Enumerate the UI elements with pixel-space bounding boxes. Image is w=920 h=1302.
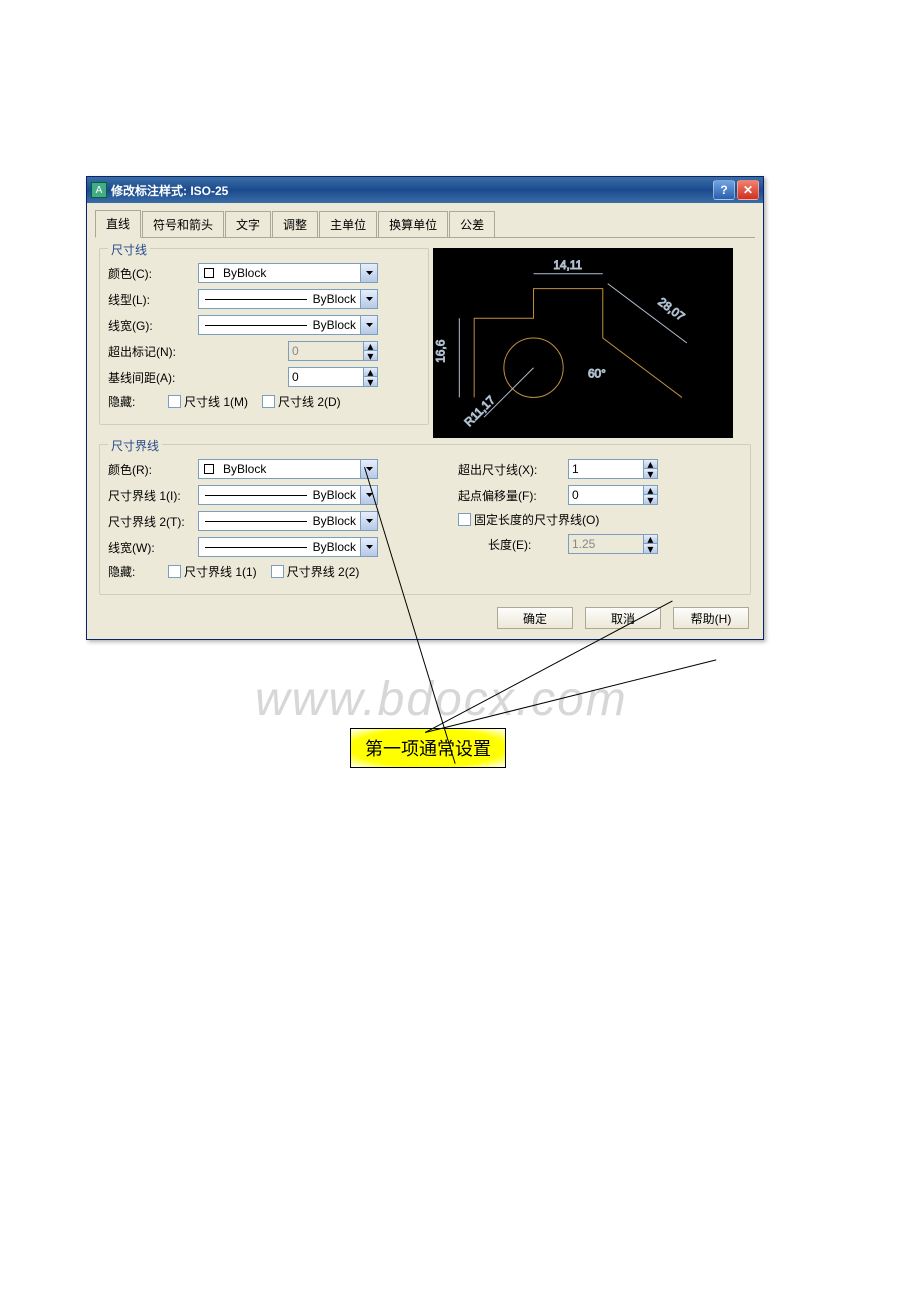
tab-fit[interactable]: 调整 bbox=[272, 211, 318, 237]
spin-down-icon: ▾ bbox=[644, 544, 657, 553]
annotation-line bbox=[425, 659, 716, 733]
tab-arrows[interactable]: 符号和箭头 bbox=[142, 211, 224, 237]
tab-tol[interactable]: 公差 bbox=[449, 211, 495, 237]
el-beyond-label: 超出尺寸线(X): bbox=[458, 461, 568, 478]
el-beyond-spinner[interactable]: ▴▾ bbox=[568, 459, 658, 479]
dl-hide-label: 隐藏: bbox=[108, 393, 168, 410]
svg-text:14,11: 14,11 bbox=[553, 258, 582, 272]
dl-spacing-spinner[interactable]: ▴▾ bbox=[288, 367, 378, 387]
annotation-callout: 第一项通常设置 bbox=[350, 728, 506, 768]
dimension-preview: 14,11 16,6 28,07 60° R11,17 bbox=[433, 248, 733, 438]
tab-primary[interactable]: 主单位 bbox=[319, 211, 377, 237]
help-button[interactable]: 帮助(H) bbox=[673, 607, 749, 629]
color-swatch-icon bbox=[204, 464, 214, 474]
el-offset-input[interactable] bbox=[569, 486, 643, 504]
el-hide2-checkbox[interactable]: 尺寸界线 2(2) bbox=[271, 563, 360, 580]
spin-down-icon[interactable]: ▾ bbox=[644, 495, 657, 504]
line-sample-icon bbox=[205, 495, 307, 496]
el-lweight-value: ByBlock bbox=[313, 540, 360, 554]
dialog-title: 修改标注样式: ISO-25 bbox=[111, 182, 711, 199]
dl-color-label: 颜色(C): bbox=[108, 265, 198, 282]
tab-strip: 直线 符号和箭头 文字 调整 主单位 换算单位 公差 bbox=[95, 209, 755, 238]
chevron-down-icon[interactable] bbox=[360, 538, 377, 556]
el-ext2-label: 尺寸界线 2(T): bbox=[108, 513, 198, 530]
el-offset-spinner[interactable]: ▴▾ bbox=[568, 485, 658, 505]
dl-extend-spinner: ▴▾ bbox=[288, 341, 378, 361]
spin-down-icon: ▾ bbox=[364, 351, 377, 360]
spin-down-icon[interactable]: ▾ bbox=[364, 377, 377, 386]
dialog-body: 直线 符号和箭头 文字 调整 主单位 换算单位 公差 尺寸线 颜色(C): bbox=[87, 203, 763, 639]
el-color-value: ByBlock bbox=[219, 462, 360, 476]
el-len-input bbox=[569, 535, 643, 553]
chevron-down-icon[interactable] bbox=[360, 460, 377, 478]
tab-text[interactable]: 文字 bbox=[225, 211, 271, 237]
tab-panel-lines: 尺寸线 颜色(C): ByBlock 线型(L): bbox=[95, 242, 755, 603]
dl-color-value: ByBlock bbox=[219, 266, 360, 280]
el-lweight-label: 线宽(W): bbox=[108, 539, 198, 556]
el-offset-label: 起点偏移量(F): bbox=[458, 487, 568, 504]
dl-ltype-label: 线型(L): bbox=[108, 291, 198, 308]
el-hide1-checkbox[interactable]: 尺寸界线 1(1) bbox=[168, 563, 257, 580]
dl-spacing-label: 基线间距(A): bbox=[108, 369, 198, 386]
el-hide-label: 隐藏: bbox=[108, 563, 168, 580]
dl-color-combo[interactable]: ByBlock bbox=[198, 263, 378, 283]
close-button[interactable]: ✕ bbox=[737, 180, 759, 200]
chevron-down-icon[interactable] bbox=[360, 290, 377, 308]
tab-lines[interactable]: 直线 bbox=[95, 210, 141, 238]
el-ext1-value: ByBlock bbox=[313, 488, 360, 502]
spin-down-icon[interactable]: ▾ bbox=[644, 469, 657, 478]
dl-lweight-combo[interactable]: ByBlock bbox=[198, 315, 378, 335]
color-swatch-icon bbox=[204, 268, 214, 278]
group-extline-title: 尺寸界线 bbox=[108, 437, 162, 454]
group-extline: 尺寸界线 颜色(R): ByBlock 尺寸界线 1(I): bbox=[99, 444, 751, 595]
el-ext2-combo[interactable]: ByBlock bbox=[198, 511, 378, 531]
ok-button[interactable]: 确定 bbox=[497, 607, 573, 629]
group-dimline-title: 尺寸线 bbox=[108, 241, 150, 258]
el-beyond-input[interactable] bbox=[569, 460, 643, 478]
el-len-spinner: ▴▾ bbox=[568, 534, 658, 554]
dl-lweight-value: ByBlock bbox=[313, 318, 360, 332]
el-lweight-combo[interactable]: ByBlock bbox=[198, 537, 378, 557]
el-ext1-combo[interactable]: ByBlock bbox=[198, 485, 378, 505]
el-fixed-checkbox[interactable]: 固定长度的尺寸界线(O) bbox=[458, 511, 599, 528]
app-icon: A bbox=[91, 182, 107, 198]
dl-hide1-checkbox[interactable]: 尺寸线 1(M) bbox=[168, 393, 248, 410]
chevron-down-icon[interactable] bbox=[360, 512, 377, 530]
dl-extend-label: 超出标记(N): bbox=[108, 343, 198, 360]
svg-text:28,07: 28,07 bbox=[655, 295, 687, 324]
el-color-label: 颜色(R): bbox=[108, 461, 198, 478]
button-row: 确定 取消 帮助(H) bbox=[95, 603, 755, 629]
line-sample-icon bbox=[205, 547, 307, 548]
chevron-down-icon[interactable] bbox=[360, 316, 377, 334]
line-sample-icon bbox=[205, 299, 307, 300]
dl-extend-input bbox=[289, 342, 363, 360]
tab-alt[interactable]: 换算单位 bbox=[378, 211, 448, 237]
dl-spacing-input[interactable] bbox=[289, 368, 363, 386]
group-dimline: 尺寸线 颜色(C): ByBlock 线型(L): bbox=[99, 248, 429, 425]
svg-text:R11,17: R11,17 bbox=[461, 393, 497, 429]
el-len-label: 长度(E): bbox=[458, 536, 568, 553]
line-sample-icon bbox=[205, 521, 307, 522]
el-ext2-value: ByBlock bbox=[313, 514, 360, 528]
line-sample-icon bbox=[205, 325, 307, 326]
el-color-combo[interactable]: ByBlock bbox=[198, 459, 378, 479]
dl-ltype-combo[interactable]: ByBlock bbox=[198, 289, 378, 309]
dl-hide2-checkbox[interactable]: 尺寸线 2(D) bbox=[262, 393, 341, 410]
help-titlebar-button[interactable]: ? bbox=[713, 180, 735, 200]
svg-text:16,6: 16,6 bbox=[434, 339, 447, 362]
el-ext1-label: 尺寸界线 1(I): bbox=[108, 487, 198, 504]
titlebar[interactable]: A 修改标注样式: ISO-25 ? ✕ bbox=[87, 177, 763, 203]
chevron-down-icon[interactable] bbox=[360, 264, 377, 282]
dialog: A 修改标注样式: ISO-25 ? ✕ 直线 符号和箭头 文字 调整 主单位 … bbox=[86, 176, 764, 640]
dl-ltype-value: ByBlock bbox=[313, 292, 360, 306]
dl-lweight-label: 线宽(G): bbox=[108, 317, 198, 334]
svg-text:60°: 60° bbox=[588, 367, 606, 381]
